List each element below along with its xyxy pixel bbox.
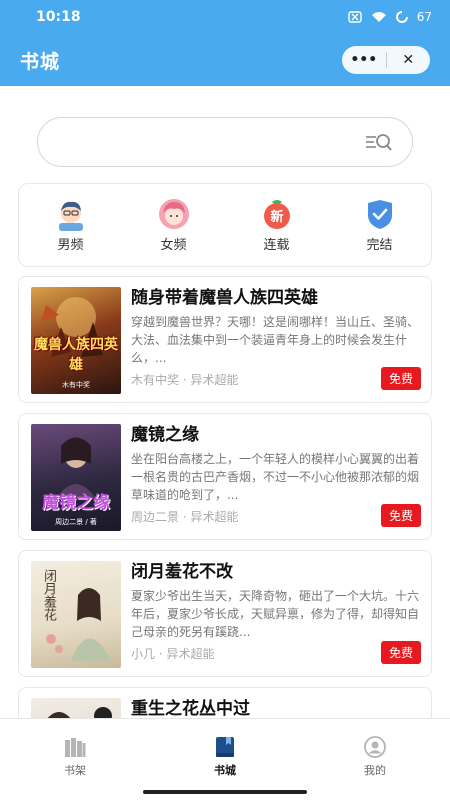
close-button[interactable]: ✕ <box>387 52 431 68</box>
book-icon <box>216 737 234 757</box>
category-label: 完结 <box>366 238 393 253</box>
cover-author: 木有中奖 <box>62 381 90 389</box>
book-author: 木有中奖 <box>131 373 180 387</box>
header: 书城 ••• ✕ <box>0 34 450 86</box>
book-cover: 魔兽人族四英雄 木有中奖 <box>31 287 121 394</box>
free-badge: 免费 <box>380 641 421 664</box>
book-meta: 周边二景 · 异术超能 <box>131 510 239 524</box>
book-title: 重生之花丛中过 <box>131 699 250 719</box>
book-cover: 闭月羞花 <box>31 561 121 668</box>
new-badge-text: 新 <box>270 209 283 225</box>
search-bar[interactable] <box>37 117 413 167</box>
profile-icon <box>364 736 386 758</box>
book-description: 夏家少爷出生当天，天降奇物，砸出了一个大坑。十六年后，夏家少爷长成，天赋异禀，修… <box>131 589 420 639</box>
book-card[interactable]: 魔镜之缘 周边二景 / 著 魔镜之缘 坐在阳台高楼之上，一个年轻人的模样小心翼翼… <box>18 413 432 540</box>
category-serializing[interactable]: 新 连载 <box>242 197 312 253</box>
search-input[interactable] <box>56 134 364 150</box>
book-info: 随身带着魔兽人族四英雄 穿越到魔兽世界？天哪！这是闹哪样！当山丘、圣骑、大法、血… <box>131 287 421 392</box>
battery-icon <box>395 11 408 23</box>
book-card[interactable]: 魔兽人族四英雄 木有中奖 随身带着魔兽人族四英雄 穿越到魔兽世界？天哪！这是闹哪… <box>18 276 432 403</box>
tab-bar: 书架 书城 我的 <box>0 718 450 800</box>
cover-author: 周边二景 / 著 <box>55 518 97 526</box>
search-section <box>0 86 450 167</box>
tab-bookshelf[interactable]: 书架 <box>0 719 150 800</box>
status-time: 10:18 <box>36 9 81 25</box>
status-bar: 10:18 67 <box>0 0 450 34</box>
cover-title: 魔镜之缘 <box>42 493 110 513</box>
search-list-icon[interactable] <box>364 131 394 153</box>
category-label: 女频 <box>160 238 187 253</box>
check-shield-icon <box>367 200 392 229</box>
cover-title: 闭月羞花 <box>41 569 56 621</box>
cover-title: 魔兽人族四英雄 <box>34 337 118 373</box>
book-meta: 小几 · 异术超能 <box>131 647 215 661</box>
tab-label: 书城 <box>214 764 236 777</box>
book-title: 魔镜之缘 <box>131 425 199 445</box>
female-avatar-icon <box>158 199 189 229</box>
book-genre: 异术超能 <box>166 647 215 661</box>
book-genre: 异术超能 <box>190 510 239 524</box>
more-button[interactable]: ••• <box>342 52 386 68</box>
category-female[interactable]: 女频 <box>139 197 209 253</box>
battery-level: 67 <box>416 10 432 24</box>
page-title: 书城 <box>20 50 61 73</box>
category-male[interactable]: 男频 <box>36 197 106 253</box>
free-badge: 免费 <box>380 367 421 390</box>
category-label: 男频 <box>57 238 84 253</box>
category-completed[interactable]: 完结 <box>345 197 415 253</box>
sim-off-icon <box>348 11 362 23</box>
home-indicator[interactable] <box>143 790 307 794</box>
book-genre: 异术超能 <box>190 373 239 387</box>
book-title: 随身带着魔兽人族四英雄 <box>131 288 318 308</box>
book-info: 闭月羞花不改 夏家少爷出生当天，天降奇物，砸出了一个大坑。十六年后，夏家少爷长成… <box>131 561 421 666</box>
book-author: 周边二景 <box>131 510 180 524</box>
tab-label: 书架 <box>64 764 86 777</box>
book-author: 小几 <box>131 647 156 661</box>
book-description: 坐在阳台高楼之上，一个年轻人的模样小心翼翼的出着一根名贵的古巴产香烟，不过一不小… <box>131 452 420 502</box>
tab-bookstore[interactable]: 书城 <box>150 719 300 800</box>
category-label: 连载 <box>263 238 290 253</box>
book-meta: 木有中奖 · 异术超能 <box>131 373 239 387</box>
tab-profile[interactable]: 我的 <box>300 719 450 800</box>
book-card[interactable]: 闭月羞花 闭月羞花不改 夏家少爷出生当天，天降奇物，砸出了一个大坑。十六年后，夏… <box>18 550 432 677</box>
book-cover: 魔镜之缘 周边二景 / 著 <box>31 424 121 531</box>
book-description: 穿越到魔兽世界？天哪！这是闹哪样！当山丘、圣骑、大法、血法集中到一个装逼青年身上… <box>131 315 420 365</box>
book-title: 闭月羞花不改 <box>131 562 233 582</box>
status-icons: 67 <box>348 10 432 24</box>
bookshelf-icon <box>65 738 86 757</box>
tab-label: 我的 <box>364 764 386 777</box>
category-nav: 男频 女频 新 连载 完结 <box>18 183 432 267</box>
wifi-icon <box>371 12 386 22</box>
new-badge-icon: 新 <box>263 200 290 229</box>
book-info: 魔镜之缘 坐在阳台高楼之上，一个年轻人的模样小心翼翼的出着一根名贵的古巴产香烟，… <box>131 424 421 529</box>
cover-art-figure <box>56 437 96 499</box>
male-avatar-icon <box>58 201 83 231</box>
mini-program-capsule: ••• ✕ <box>342 46 430 74</box>
free-badge: 免费 <box>380 504 421 527</box>
